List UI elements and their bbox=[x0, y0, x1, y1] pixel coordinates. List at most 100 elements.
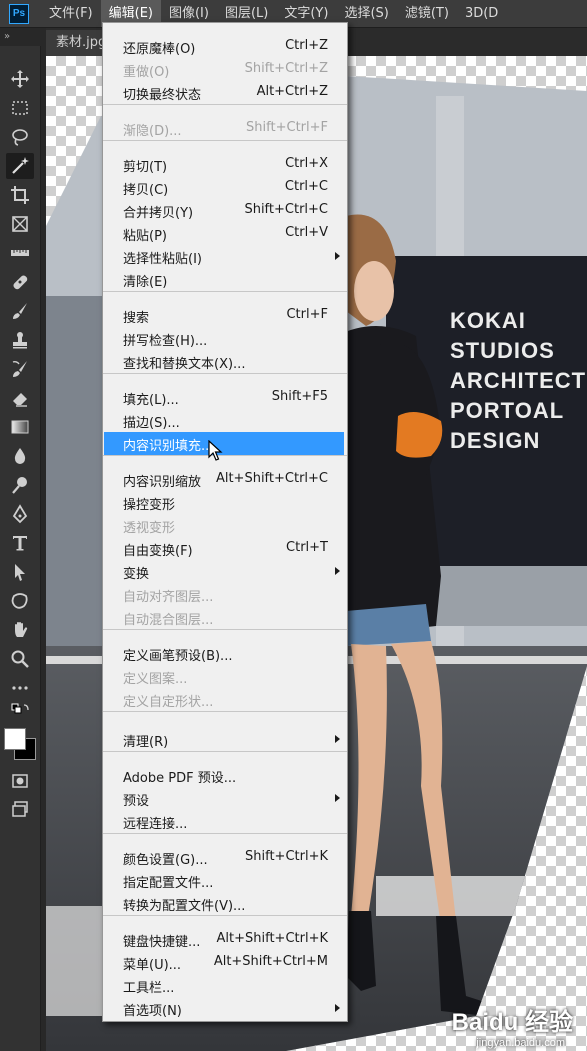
menu-item-label: 拷贝(C) bbox=[123, 183, 169, 198]
menu-separator bbox=[103, 291, 347, 292]
menu-item-label: 粘贴(P) bbox=[123, 229, 167, 244]
edit-menu-item[interactable]: 合并拷贝(Y) Shift+Ctrl+C bbox=[103, 199, 347, 222]
menu-item-label: 自动对齐图层... bbox=[123, 590, 214, 605]
menu-item-label: 菜单(U)... bbox=[123, 958, 182, 973]
menu-separator bbox=[103, 140, 347, 141]
marquee-icon[interactable] bbox=[6, 95, 34, 121]
edit-menu-item[interactable]: 菜单(U)... Alt+Shift+Ctrl+M bbox=[103, 951, 347, 974]
edit-menu-item[interactable]: 自由变换(F) Ctrl+T bbox=[103, 537, 347, 560]
edit-menu-item[interactable]: 首选项(N) bbox=[103, 997, 347, 1020]
edit-menu-item[interactable]: 还原魔棒(O) Ctrl+Z bbox=[103, 35, 347, 58]
menu-item-label: 内容识别缩放 bbox=[123, 475, 202, 490]
edit-menu-item[interactable]: 键盘快捷键... Alt+Shift+Ctrl+K bbox=[103, 928, 347, 951]
menu-item-shortcut: Alt+Shift+Ctrl+C bbox=[215, 471, 328, 486]
edit-menu-item[interactable]: 填充(L)... Shift+F5 bbox=[103, 386, 347, 409]
menu-item-label: 内容识别填充... bbox=[123, 439, 214, 454]
menu-item-label: 剪切(T) bbox=[123, 160, 168, 175]
edit-menu-item[interactable]: 选择性粘贴(I) bbox=[103, 245, 347, 268]
move-icon[interactable] bbox=[6, 66, 34, 92]
menu-item-label: 键盘快捷键... bbox=[123, 935, 201, 950]
edit-menu-item[interactable]: 内容识别缩放 Alt+Shift+Ctrl+C bbox=[103, 468, 347, 491]
shape-icon[interactable] bbox=[6, 588, 34, 614]
edit-menu-item[interactable]: 搜索 Ctrl+F bbox=[103, 304, 347, 327]
edit-menu-item[interactable]: 清除(E) bbox=[103, 268, 347, 291]
history-brush-icon[interactable] bbox=[6, 356, 34, 382]
menu-item-shortcut: Ctrl+C bbox=[284, 179, 328, 194]
healing-icon[interactable] bbox=[6, 269, 34, 295]
edit-menu-item[interactable]: 剪切(T) Ctrl+X bbox=[103, 153, 347, 176]
watermark-url: jingyan.baidu.com bbox=[476, 1037, 565, 1049]
menu-item-label: 指定配置文件... bbox=[123, 876, 214, 891]
menu-separator bbox=[103, 455, 347, 456]
mouse-cursor-icon bbox=[208, 440, 223, 461]
menu-file[interactable]: 文件(F) bbox=[41, 0, 101, 27]
edit-menu-item[interactable]: 切换最终状态 Alt+Ctrl+Z bbox=[103, 81, 347, 104]
menu-3d[interactable]: 3D(D bbox=[457, 0, 506, 27]
crop-icon[interactable] bbox=[6, 182, 34, 208]
menu-separator bbox=[103, 751, 347, 752]
stamp-icon[interactable] bbox=[6, 327, 34, 353]
edit-menu-item[interactable]: 拷贝(C) Ctrl+C bbox=[103, 176, 347, 199]
blur-icon[interactable] bbox=[6, 443, 34, 469]
edit-menu-item[interactable]: Adobe PDF 预设... bbox=[103, 764, 347, 787]
menu-item-shortcut: Ctrl+T bbox=[286, 540, 328, 555]
building-sign: KOKAI STUDIOS ARCHITECT PORTOAL DESIGN bbox=[450, 306, 586, 456]
menu-item-label: 颜色设置(G)... bbox=[123, 853, 208, 868]
color-swatches[interactable] bbox=[4, 728, 36, 760]
edit-menu-item[interactable]: 操控变形 bbox=[103, 491, 347, 514]
gradient-icon[interactable] bbox=[6, 414, 34, 440]
sign-line: PORTOAL bbox=[450, 398, 565, 423]
menu-separator bbox=[103, 711, 347, 712]
edit-menu-item[interactable]: 内容识别填充... bbox=[104, 432, 344, 455]
menu-item-shortcut: Shift+F5 bbox=[271, 389, 328, 404]
menu-item-label: 远程连接... bbox=[123, 817, 188, 832]
eraser-icon[interactable] bbox=[6, 385, 34, 411]
edit-menu-item[interactable]: 工具栏... bbox=[103, 974, 347, 997]
screen-mode-icon[interactable] bbox=[6, 796, 34, 822]
sign-line: DESIGN bbox=[450, 428, 541, 453]
pen-icon[interactable] bbox=[6, 501, 34, 527]
edit-menu-item[interactable]: 描边(S)... bbox=[103, 409, 347, 432]
edit-menu-item[interactable]: 定义画笔预设(B)... bbox=[103, 642, 347, 665]
edit-menu-item: 透视变形 bbox=[103, 514, 347, 537]
edit-menu-item[interactable]: 指定配置文件... bbox=[103, 869, 347, 892]
edit-menu-item[interactable]: 清理(R) bbox=[103, 728, 347, 751]
edit-menu-item[interactable]: 远程连接... bbox=[103, 810, 347, 833]
ruler-icon[interactable] bbox=[6, 240, 34, 266]
sign-line: KOKAI bbox=[450, 308, 526, 333]
menu-item-label: 定义图案... bbox=[123, 672, 188, 687]
menu-item-shortcut: Shift+Ctrl+F bbox=[246, 120, 328, 135]
lasso-icon[interactable] bbox=[6, 124, 34, 150]
menu-filter[interactable]: 滤镜(T) bbox=[397, 0, 457, 27]
edit-menu-item[interactable]: 查找和替换文本(X)... bbox=[103, 350, 347, 373]
magic-wand-icon[interactable] bbox=[6, 153, 34, 179]
edit-menu-item[interactable]: 粘贴(P) Ctrl+V bbox=[103, 222, 347, 245]
submenu-arrow-icon bbox=[335, 1004, 340, 1012]
sign-line: STUDIOS bbox=[450, 338, 555, 363]
frame-icon[interactable] bbox=[6, 211, 34, 237]
foreground-color-swatch[interactable] bbox=[4, 728, 26, 750]
brush-icon[interactable] bbox=[6, 298, 34, 324]
default-colors-icon[interactable] bbox=[6, 703, 34, 720]
path-select-icon[interactable] bbox=[6, 559, 34, 585]
edit-menu-item[interactable]: 变换 bbox=[103, 560, 347, 583]
edit-menu-item: 重做(O) Shift+Ctrl+Z bbox=[103, 58, 347, 81]
menu-item-shortcut: Shift+Ctrl+K bbox=[245, 849, 328, 864]
menu-item-label: 自动混合图层... bbox=[123, 613, 214, 628]
edit-menu-item[interactable]: 颜色设置(G)... Shift+Ctrl+K bbox=[103, 846, 347, 869]
quick-mask-icon[interactable] bbox=[6, 768, 34, 794]
edit-menu-item[interactable]: 预设 bbox=[103, 787, 347, 810]
more-icon[interactable] bbox=[6, 675, 34, 701]
zoom-icon[interactable] bbox=[6, 646, 34, 672]
submenu-arrow-icon bbox=[335, 794, 340, 802]
sign-line: ARCHITECT bbox=[450, 368, 587, 393]
edit-menu-item: 自动混合图层... bbox=[103, 606, 347, 629]
hand-icon[interactable] bbox=[6, 617, 34, 643]
edit-menu-item[interactable]: 拼写检查(H)... bbox=[103, 327, 347, 350]
edit-menu-item: 定义自定形状... bbox=[103, 688, 347, 711]
edit-menu-item[interactable]: 转换为配置文件(V)... bbox=[103, 892, 347, 915]
expand-panel-icon[interactable]: » bbox=[0, 31, 50, 45]
photoshop-logo-icon: Ps bbox=[9, 3, 29, 24]
type-icon[interactable] bbox=[6, 530, 34, 556]
dodge-icon[interactable] bbox=[6, 472, 34, 498]
